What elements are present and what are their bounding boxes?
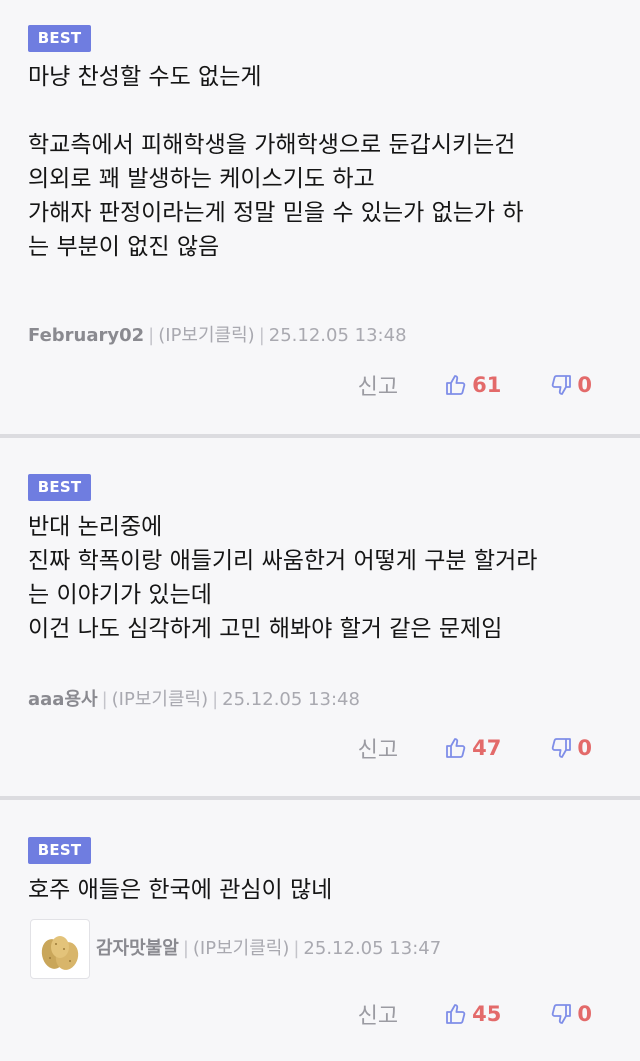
comment-item: BEST 호주 애들은 한국에 관심이 많네 감자맛불알 | (IP보기클릭) | 25… bbox=[0, 800, 640, 1061]
comment-timestamp: 25.12.05 13:48 bbox=[222, 689, 360, 710]
thumbs-down-icon bbox=[552, 738, 572, 758]
dislike-count: 0 bbox=[577, 1002, 592, 1026]
like-button[interactable]: 45 bbox=[444, 1002, 501, 1026]
thumbs-up-icon bbox=[446, 1004, 466, 1024]
meta-divider: | bbox=[182, 938, 189, 959]
comment-actions: 신고 45 0 bbox=[358, 997, 592, 1031]
comment-body: 호주 애들은 한국에 관심이 많네 bbox=[28, 877, 333, 903]
comment-timestamp: 25.12.05 13:47 bbox=[303, 938, 442, 959]
best-badge: BEST bbox=[28, 25, 91, 52]
thumbs-down-icon bbox=[552, 375, 572, 395]
dislike-count: 0 bbox=[577, 736, 592, 760]
meta-divider: | bbox=[293, 938, 300, 959]
comment-item: BEST 마냥 찬성할 수도 없는게 학교측에서 피해학생을 가해학생으로 둔갑… bbox=[0, 0, 640, 434]
like-button[interactable]: 61 bbox=[444, 373, 501, 397]
best-badge: BEST bbox=[28, 837, 91, 864]
comment-list: BEST 마냥 찬성할 수도 없는게 학교측에서 피해학생을 가해학생으로 둔갑… bbox=[0, 0, 640, 1061]
meta-divider: | bbox=[212, 689, 219, 710]
author-name[interactable]: 감자맛불알 bbox=[96, 938, 179, 959]
report-button[interactable]: 신고 bbox=[358, 998, 398, 1030]
comment-body: 반대 논리중에 진짜 학폭이랑 애들기리 싸움한거 어떻게 구분 할거라 는 이… bbox=[28, 514, 538, 642]
dislike-count: 0 bbox=[577, 373, 592, 397]
like-count: 47 bbox=[472, 736, 502, 760]
dislike-button[interactable]: 0 bbox=[549, 736, 592, 760]
like-count: 61 bbox=[472, 373, 502, 397]
report-button[interactable]: 신고 bbox=[358, 369, 398, 401]
comment-timestamp: 25.12.05 13:48 bbox=[268, 325, 407, 346]
ip-view-link[interactable]: (IP보기클릭) bbox=[158, 325, 254, 346]
dislike-button[interactable]: 0 bbox=[549, 373, 592, 397]
thumbs-up-icon bbox=[446, 375, 466, 395]
author-name[interactable]: aaa용사 bbox=[28, 689, 98, 710]
comment-item: BEST 반대 논리중에 진짜 학폭이랑 애들기리 싸움한거 어떻게 구분 할거… bbox=[0, 438, 640, 796]
potato-avatar-icon[interactable] bbox=[30, 919, 90, 979]
best-badge: BEST bbox=[28, 474, 91, 501]
comment-body: 마냥 찬성할 수도 없는게 학교측에서 피해학생을 가해학생으로 둔갑시키는건 … bbox=[28, 64, 524, 260]
like-count: 45 bbox=[472, 1002, 502, 1026]
comment-meta: aaa용사 | (IP보기클릭) | 25.12.05 13:48 bbox=[28, 685, 360, 715]
ip-view-link[interactable]: (IP보기클릭) bbox=[193, 938, 289, 959]
comment-meta: February02 | (IP보기클릭) | 25.12.05 13:48 bbox=[28, 321, 407, 351]
comment-meta: 감자맛불알 | (IP보기클릭) | 25.12.05 13:47 bbox=[96, 934, 441, 964]
ip-view-link[interactable]: (IP보기클릭) bbox=[112, 689, 208, 710]
thumbs-down-icon bbox=[552, 1004, 572, 1024]
meta-divider: | bbox=[258, 325, 265, 346]
meta-divider: | bbox=[148, 325, 155, 346]
author-name[interactable]: February02 bbox=[28, 325, 144, 346]
dislike-button[interactable]: 0 bbox=[549, 1002, 592, 1026]
comment-actions: 신고 47 0 bbox=[358, 731, 592, 765]
comment-actions: 신고 61 0 bbox=[358, 368, 592, 402]
report-button[interactable]: 신고 bbox=[358, 732, 398, 764]
meta-divider: | bbox=[101, 689, 108, 710]
like-button[interactable]: 47 bbox=[444, 736, 501, 760]
thumbs-up-icon bbox=[446, 738, 466, 758]
